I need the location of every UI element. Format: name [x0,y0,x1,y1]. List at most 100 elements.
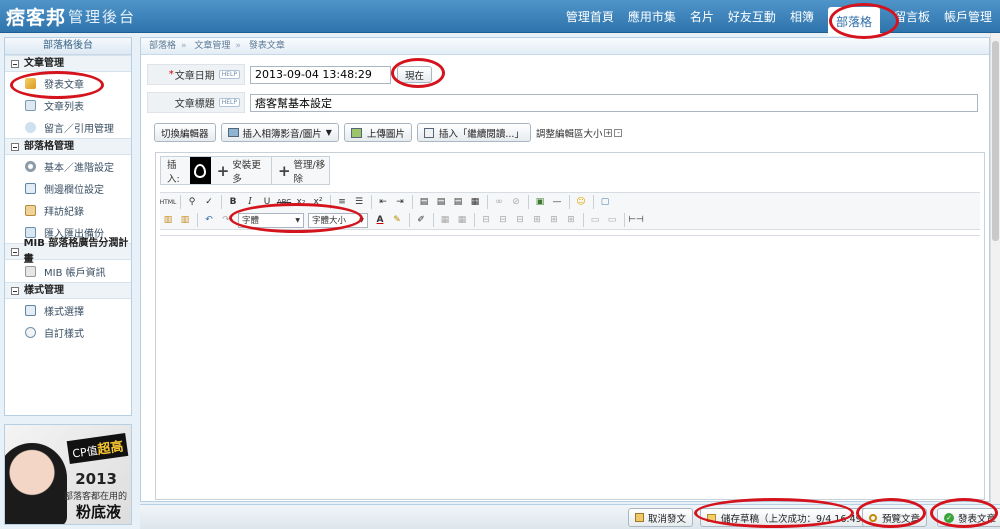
superscript-icon[interactable]: x² [310,195,326,210]
delete-row-icon[interactable]: ⊟ [512,213,528,228]
now-button[interactable]: 現在 [397,66,433,83]
image-icon [227,128,239,137]
nav-friends[interactable]: 好友互動 [728,8,776,25]
nav-account[interactable]: 帳戶管理 [944,8,992,25]
sidebar-item-visit-log[interactable]: 拜訪紀錄 [5,199,131,221]
resize-label: 調整編輯區大小 [535,128,603,140]
page-scrollbar[interactable] [990,33,1000,504]
shrink-icon[interactable]: - [614,128,623,137]
table-props-icon[interactable]: ▦ [454,213,470,228]
manage-plugins-link[interactable]: 管理/移除 [294,157,329,185]
help-icon[interactable]: HELP [218,98,240,107]
date-input[interactable] [250,65,391,84]
col-before-icon[interactable]: ⊞ [529,213,545,228]
ad-line-2: 粉底液 [75,503,121,521]
plus-icon: + [277,161,291,180]
align-left-icon[interactable]: ▤ [416,195,432,210]
font-size-select[interactable]: 字體大小 ▼ [308,212,368,228]
subscript-icon[interactable]: x₂ [293,195,309,210]
media-icon[interactable]: ▢ [597,195,613,210]
merge-cells-icon[interactable]: ▭ [604,213,620,228]
align-center-icon[interactable]: ▤ [433,195,449,210]
link-icon[interactable]: ∞ [491,195,507,210]
table-icon[interactable]: ▦ [437,213,453,228]
sidebar-item-comments[interactable]: 留言／引用管理 [5,116,131,138]
advertisement-banner[interactable]: CP值超高 2013 部落客都在用的 粉底液 [4,424,132,525]
nav-app-market[interactable]: 應用市集 [628,8,676,25]
sidebar-item-post-list[interactable]: 文章列表 [5,94,131,116]
ordered-list-icon[interactable]: ≡ [334,195,350,210]
help-icon[interactable]: HELP [218,70,240,79]
collapse-icon [11,142,19,151]
upload-image-button[interactable]: 上傳圖片 [343,123,412,142]
sidebar-item-custom-style[interactable]: 自訂樣式 [5,321,131,343]
underline-icon[interactable]: U [259,195,275,210]
preview-button[interactable]: 預覽文章 [862,508,928,527]
redo-icon[interactable]: ↷ [218,213,234,228]
outdent-icon[interactable]: ⇤ [375,195,391,210]
nav-blog[interactable]: 部落格 [827,7,880,36]
nav-guestbook[interactable]: 留言板 [894,8,930,25]
emoticon-icon[interactable]: ☺ [573,195,589,210]
title-input[interactable] [250,93,978,112]
col-after-icon[interactable]: ⊞ [546,213,562,228]
italic-icon[interactable]: I [242,195,258,210]
expand-icon[interactable]: + [604,128,613,137]
sidebar-section-label: 部落格管理 [24,140,74,152]
sidebar-section-blog[interactable]: 部落格管理 [5,138,131,155]
align-right-icon[interactable]: ▤ [450,195,466,210]
editor-content-area[interactable] [160,235,980,499]
html-icon[interactable]: HTML [160,195,177,210]
sidebar-item-settings[interactable]: 基本／進階設定 [5,155,131,177]
nav-album[interactable]: 相簿 [790,8,814,25]
publish-button[interactable]: ✓ 發表文章 [937,508,1000,527]
insert-media-button[interactable]: 插入相簿影音/圖片 ▼ [220,123,339,142]
sidebar-section-style[interactable]: 樣式管理 [5,282,131,299]
switch-editor-button[interactable]: 切換編輯器 [154,123,216,142]
check-icon: ✓ [944,512,954,523]
spellcheck-icon[interactable]: ✓ [201,195,217,210]
row-before-icon[interactable]: ⊟ [478,213,494,228]
scrollbar-thumb[interactable] [992,41,999,241]
horizontal-rule-icon[interactable]: — [549,195,565,210]
sidebar-item-style-select[interactable]: 樣式選擇 [5,299,131,321]
sidebar-section-label: 文章管理 [24,57,64,69]
split-cells-icon[interactable]: ▭ [587,213,603,228]
editor-toolbar: 切換編輯器 插入相簿影音/圖片 ▼ 上傳圖片 插入「繼續閱讀...」 調整編輯區… [154,122,623,143]
sidebar-item-new-post[interactable]: 發表文章 [5,72,131,94]
sidebar-item-label: 文章列表 [44,101,84,113]
sidebar-section-articles[interactable]: 文章管理 [5,55,131,72]
nav-admin-home[interactable]: 管理首頁 [566,8,614,25]
unordered-list-icon[interactable]: ☰ [351,195,367,210]
text-color-icon[interactable]: A [372,213,388,228]
row-after-icon[interactable]: ⊟ [495,213,511,228]
page-break-icon[interactable]: ⊢⊣ [628,213,644,228]
install-more-link[interactable]: 安裝更多 [232,157,265,185]
justify-icon[interactable]: ▦ [467,195,483,210]
edit-style-icon[interactable]: ✐ [413,213,429,228]
unlink-icon[interactable]: ⊘ [508,195,524,210]
breadcrumb-article-mgmt[interactable]: 文章管理 [194,41,230,51]
pixnet-logo[interactable]: 痞客邦 [6,3,66,29]
sidebar-item-label: 自訂樣式 [44,328,84,340]
nav-card[interactable]: 名片 [690,8,714,25]
map-pin-icon[interactable] [190,157,211,184]
insert-image-icon[interactable]: ▣ [532,195,548,210]
highlight-color-icon[interactable]: ✎ [389,213,405,228]
bold-icon[interactable]: B [225,195,241,210]
delete-col-icon[interactable]: ⊞ [563,213,579,228]
undo-icon[interactable]: ↶ [201,213,217,228]
find-icon[interactable]: ⚲ [184,195,200,210]
indent-icon[interactable]: ⇥ [392,195,408,210]
save-draft-button[interactable]: 儲存草稿（上次成功：9/4 16:49） [700,508,879,527]
paste-word-icon[interactable]: ▥ [177,213,193,228]
breadcrumb-new-post: 發表文章 [248,41,285,51]
sidebar-section-mib[interactable]: MIB 部落格廣告分潤計畫 [5,238,131,265]
strikethrough-icon[interactable]: ABC [276,195,292,210]
paste-icon[interactable]: ▥ [160,213,176,228]
cancel-post-button[interactable]: 取消發文 [628,508,694,527]
sidebar-item-sidebar-settings[interactable]: 側邊欄位設定 [5,177,131,199]
font-family-select[interactable]: 字體 ▼ [238,212,304,228]
breadcrumb-blog[interactable]: 部落格 [149,41,176,51]
insert-read-more-button[interactable]: 插入「繼續閱讀...」 [416,123,531,142]
